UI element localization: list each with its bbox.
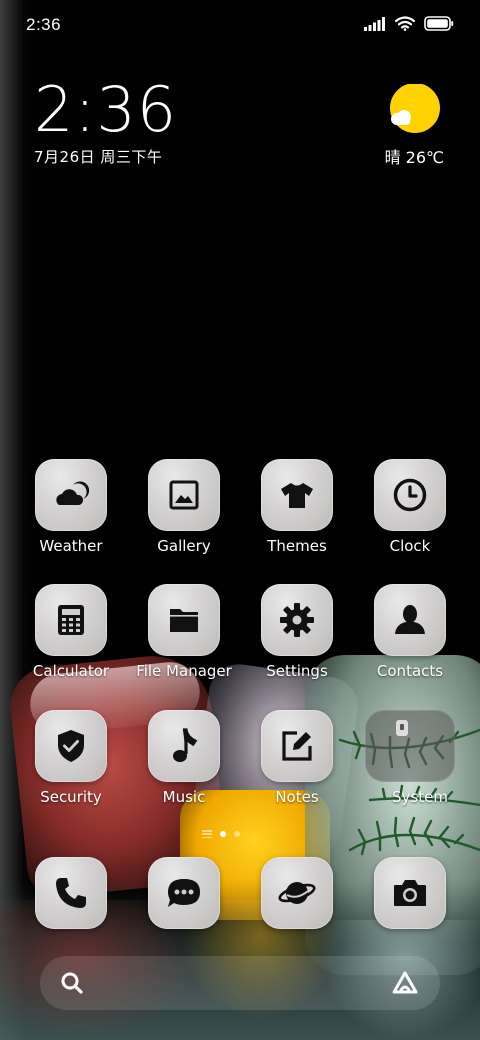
app-tile[interactable]: [35, 857, 107, 929]
app-gallery[interactable]: Gallery: [129, 459, 239, 555]
app-tile[interactable]: [261, 710, 333, 782]
widget-date: 7月26日 周三下午: [34, 148, 163, 166]
widget-time: 2:36: [34, 73, 178, 146]
music-note-icon: [173, 728, 198, 762]
search-icon[interactable]: [60, 971, 84, 995]
folder-icon: [170, 609, 198, 632]
app-notes[interactable]: Notes: [242, 710, 352, 806]
app-music[interactable]: Music: [129, 710, 239, 806]
wifi-icon: [395, 16, 415, 31]
browser-planet-icon: [278, 882, 316, 904]
app-label: Themes: [267, 537, 327, 555]
app-tile[interactable]: [261, 584, 333, 656]
dock-browser[interactable]: [242, 857, 352, 929]
app-label: Contacts: [376, 662, 444, 680]
edit-note-icon: [282, 731, 312, 761]
gallery-icon: [169, 480, 199, 510]
app-label: Weather: [39, 537, 103, 555]
status-time: 2:36: [26, 15, 62, 34]
folder-system[interactable]: System: [355, 710, 465, 806]
folder-tile[interactable]: [365, 710, 455, 782]
app-label: Notes: [275, 788, 319, 806]
page-dot-active[interactable]: [220, 831, 226, 837]
app-label: File Manager: [136, 662, 232, 680]
page-indicator[interactable]: [202, 830, 240, 838]
app-label: Gallery: [157, 537, 211, 555]
app-tile[interactable]: [35, 710, 107, 782]
app-tile[interactable]: [148, 857, 220, 929]
weather-widget[interactable]: 晴 26℃: [385, 84, 444, 168]
app-tile[interactable]: [148, 710, 220, 782]
page-dot[interactable]: [234, 831, 240, 837]
weather-text: 晴 26℃: [384, 148, 444, 167]
app-settings[interactable]: Settings: [242, 584, 352, 680]
assistant-icon[interactable]: [390, 970, 420, 996]
search-bar[interactable]: [40, 956, 440, 1010]
menu-lines-icon: [202, 830, 212, 838]
shield-check-icon: [58, 730, 84, 762]
app-tile[interactable]: [374, 459, 446, 531]
app-calculator[interactable]: Calculator: [16, 584, 126, 680]
sunny-partly-cloudy-icon: [390, 84, 441, 133]
app-tile[interactable]: [261, 459, 333, 531]
app-clock[interactable]: Clock: [355, 459, 465, 555]
app-themes[interactable]: Themes: [242, 459, 352, 555]
app-tile[interactable]: [148, 584, 220, 656]
clock-widget[interactable]: 2:36 7月26日 周三下午: [34, 78, 177, 167]
person-icon: [395, 605, 425, 634]
dock-phone[interactable]: [16, 857, 126, 929]
status-bar: 2:36: [0, 0, 480, 50]
app-label: Security: [40, 788, 102, 806]
app-label: Calculator: [32, 662, 110, 680]
calculator-icon: [58, 605, 84, 635]
battery-icon: [424, 16, 454, 31]
app-label: Settings: [266, 662, 328, 680]
app-file-manager[interactable]: File Manager: [129, 584, 239, 680]
app-tile[interactable]: [35, 584, 107, 656]
dock-camera[interactable]: [355, 857, 465, 929]
phone-icon: [56, 878, 86, 908]
clock-icon: [393, 478, 427, 512]
folder-mini-app-icon: [396, 720, 408, 736]
tshirt-icon: [281, 483, 313, 508]
app-label: Music: [162, 788, 206, 806]
app-tile[interactable]: [148, 459, 220, 531]
dock-messages[interactable]: [129, 857, 239, 929]
gear-icon: [280, 603, 314, 637]
app-tile[interactable]: [261, 857, 333, 929]
message-icon: [168, 879, 200, 907]
app-security[interactable]: Security: [16, 710, 126, 806]
signal-icon: [364, 16, 385, 31]
app-tile[interactable]: [374, 857, 446, 929]
app-contacts[interactable]: Contacts: [355, 584, 465, 680]
camera-icon: [394, 880, 426, 906]
app-tile[interactable]: [374, 584, 446, 656]
app-label: Clock: [389, 537, 431, 555]
weather-icon: [56, 481, 89, 505]
app-label: System: [392, 788, 448, 806]
app-weather[interactable]: Weather: [16, 459, 126, 555]
app-tile[interactable]: [35, 459, 107, 531]
